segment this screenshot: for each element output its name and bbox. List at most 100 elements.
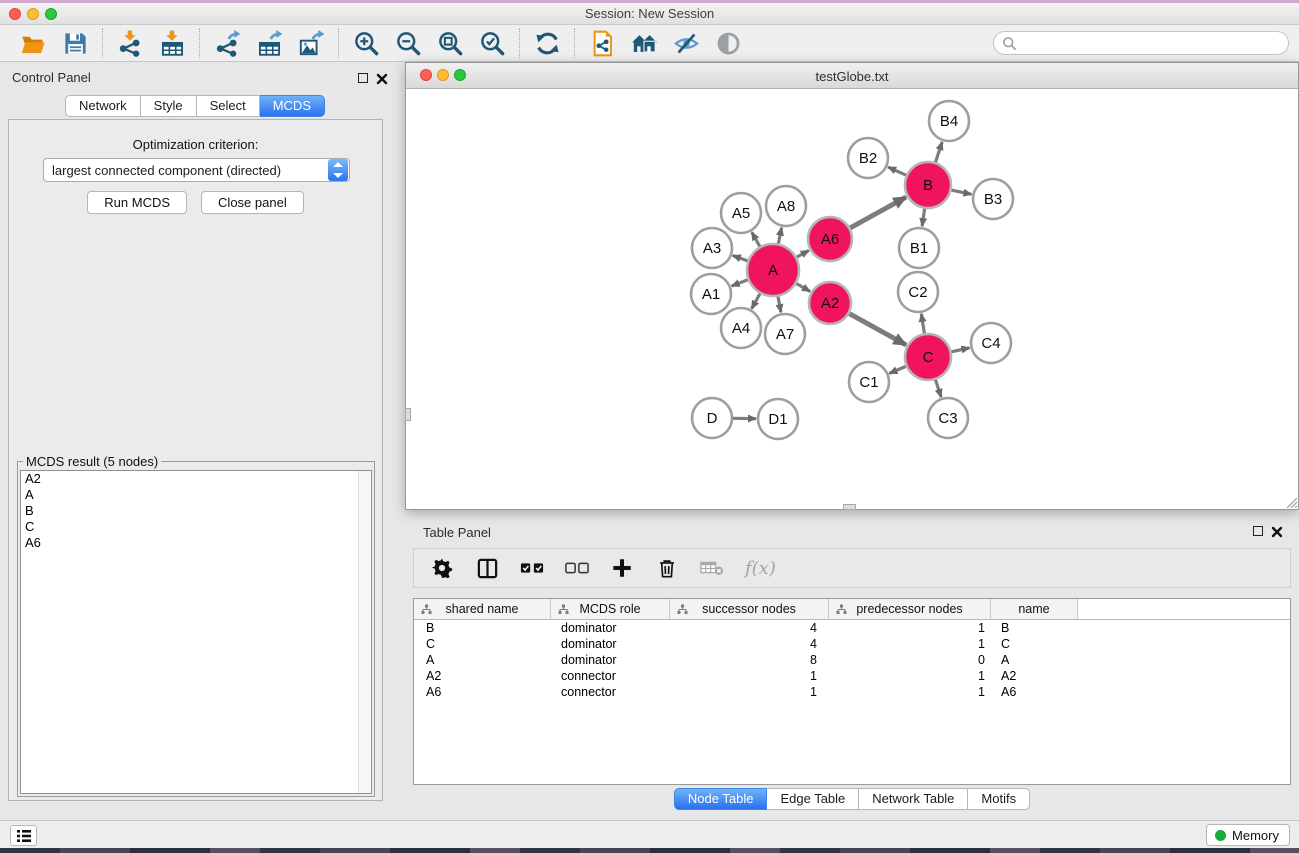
cytoscape-app: Session: New Session [0, 0, 1299, 853]
canvas-splitter-handle-left[interactable] [405, 408, 411, 421]
mcds-result-item[interactable]: A [21, 487, 371, 503]
graph-edge-A-A3[interactable] [733, 255, 748, 260]
desktop-background-bottom [0, 848, 1299, 853]
table-row[interactable]: A6connector11A6 [414, 684, 1290, 700]
tab-select[interactable]: Select [197, 95, 260, 117]
graph-edge-B-B1[interactable] [922, 209, 924, 226]
table-panel-close-icon[interactable] [1271, 526, 1283, 538]
graph-edge-C-C3[interactable] [935, 380, 941, 397]
network-file-icon[interactable] [586, 27, 618, 59]
table-panel: Table Panel [405, 518, 1299, 815]
table-panel-float-icon[interactable] [1253, 526, 1263, 536]
table-row[interactable]: Bdominator41B [414, 620, 1290, 636]
column-header-predecessor-nodes[interactable]: predecessor nodes [829, 599, 991, 619]
table-row[interactable]: Adominator80A [414, 652, 1290, 668]
graph-edge-C-C1[interactable] [889, 366, 906, 373]
graph-edge-A6-B[interactable] [850, 197, 906, 228]
tab-motifs[interactable]: Motifs [968, 788, 1030, 810]
column-header-MCDS-role[interactable]: MCDS role [551, 599, 670, 619]
table-row[interactable]: A2connector11A2 [414, 668, 1290, 684]
tab-mcds[interactable]: MCDS [260, 95, 325, 117]
refresh-layout-icon[interactable] [531, 27, 563, 59]
optimization-criterion-dropdown[interactable]: largest connected component (directed) [43, 158, 350, 182]
save-session-icon[interactable] [59, 27, 91, 59]
select-all-columns-icon[interactable] [520, 556, 544, 580]
zoom-selected-icon[interactable] [476, 27, 508, 59]
network-canvas[interactable]: B4B2BB3A5A8A6B1A3AC2A1A2A4A7C4CC1C3DD1 [406, 89, 1298, 509]
network-window-titlebar[interactable]: testGlobe.txt [406, 63, 1298, 89]
table-row[interactable]: Cdominator41C [414, 636, 1290, 652]
control-panel-float-icon[interactable] [358, 73, 368, 83]
search-input[interactable] [1017, 34, 1288, 52]
graph-edge-A-A5[interactable] [752, 232, 760, 246]
hide-graphics-details-icon[interactable] [670, 27, 702, 59]
import-network-icon[interactable] [114, 27, 146, 59]
graph-edge-A-A4[interactable] [752, 294, 760, 309]
list-icon [16, 829, 32, 843]
control-panel-close-icon[interactable] [376, 73, 388, 85]
column-header-successor-nodes[interactable]: successor nodes [670, 599, 829, 619]
import-table-icon[interactable] [156, 27, 188, 59]
graph-edge-B-B3[interactable] [951, 190, 971, 194]
table-cell: A2 [991, 669, 1078, 683]
zoom-fit-icon[interactable] [434, 27, 466, 59]
task-history-button[interactable] [10, 825, 37, 846]
mcds-result-item[interactable]: C [21, 519, 371, 535]
close-panel-button[interactable]: Close panel [201, 191, 304, 214]
mcds-result-item[interactable]: A6 [21, 535, 371, 551]
column-type-icon [558, 604, 569, 615]
mcds-result-item[interactable]: B [21, 503, 371, 519]
toolbar-separator [519, 28, 520, 58]
memory-button[interactable]: Memory [1206, 824, 1290, 846]
toolbar-separator [574, 28, 575, 58]
zoom-out-icon[interactable] [392, 27, 424, 59]
mcds-result-item[interactable]: A2 [21, 471, 371, 487]
tab-edge-table[interactable]: Edge Table [767, 788, 859, 810]
run-mcds-button[interactable]: Run MCDS [87, 191, 187, 214]
table-cell: A6 [414, 685, 551, 699]
add-column-icon[interactable] [610, 556, 634, 580]
function-builder-icon[interactable]: f(x) [745, 558, 776, 579]
export-table-icon[interactable] [253, 27, 285, 59]
resize-grip-icon[interactable] [1284, 495, 1297, 508]
zoom-in-icon[interactable] [350, 27, 382, 59]
graph-edge-A-A6[interactable] [797, 250, 809, 257]
graph-edge-A-A1[interactable] [732, 280, 748, 286]
tab-node-table[interactable]: Node Table [674, 788, 768, 810]
birds-eye-view-icon[interactable] [712, 27, 744, 59]
tab-network[interactable]: Network [65, 95, 141, 117]
table-cell: 1 [670, 669, 829, 683]
graph-node-label: A2 [821, 295, 839, 312]
tab-network-table[interactable]: Network Table [859, 788, 968, 810]
show-column-icon[interactable] [475, 556, 499, 580]
open-file-icon[interactable] [17, 27, 49, 59]
graph-edge-B-B2[interactable] [888, 167, 906, 175]
dropdown-stepper-icon [328, 159, 348, 181]
delete-table-icon[interactable] [700, 556, 724, 580]
graph-edge-C-C2[interactable] [921, 314, 924, 334]
delete-column-icon[interactable] [655, 556, 679, 580]
graph-edge-C-C4[interactable] [951, 348, 969, 352]
column-header-shared-name[interactable]: shared name [414, 599, 551, 619]
column-header-name[interactable]: name [991, 599, 1078, 619]
export-image-icon[interactable] [295, 27, 327, 59]
graph-node-label: C [923, 349, 934, 366]
node-table-header: shared nameMCDS rolesuccessor nodesprede… [414, 599, 1290, 620]
network-window-title: testGlobe.txt [406, 69, 1298, 84]
graph-edge-A-A2[interactable] [796, 284, 810, 292]
result-scrollbar-track[interactable] [358, 471, 371, 793]
graph-edge-B-B4[interactable] [935, 142, 942, 162]
graph-edge-A-A8[interactable] [778, 228, 781, 244]
first-neighbors-icon[interactable] [628, 27, 660, 59]
tab-style[interactable]: Style [141, 95, 197, 117]
table-cell: 4 [670, 637, 829, 651]
table-cell: C [991, 637, 1078, 651]
canvas-splitter-handle-bottom[interactable] [843, 504, 856, 510]
mcds-panel: Optimization criterion: largest connecte… [8, 119, 383, 801]
export-network-icon[interactable] [211, 27, 243, 59]
app-titlebar: Session: New Session [0, 3, 1299, 25]
unselect-all-columns-icon[interactable] [565, 556, 589, 580]
graph-edge-A-A7[interactable] [778, 297, 781, 313]
table-options-gear-icon[interactable] [430, 556, 454, 580]
graph-edge-A2-C[interactable] [849, 314, 906, 345]
